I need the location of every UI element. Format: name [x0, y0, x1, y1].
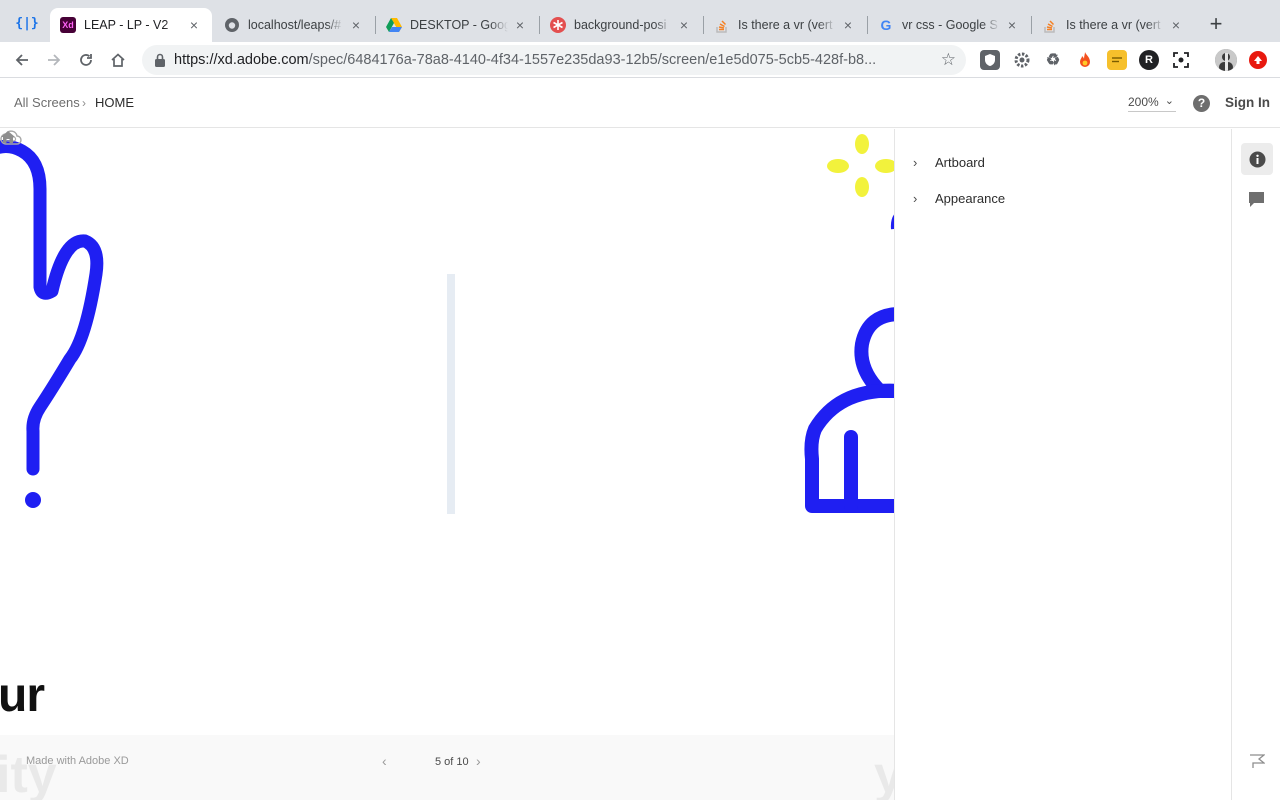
tab-close-icon[interactable]: ×: [1004, 17, 1020, 33]
stackoverflow-favicon-icon: [714, 17, 730, 33]
back-arrow-icon[interactable]: [10, 48, 34, 72]
page-counter: 5 of 10: [435, 756, 469, 768]
extension-flame-icon[interactable]: [1075, 50, 1095, 70]
artboard-canvas[interactable]: ur ity y Made with Adobe XD ‹ 5 of 10 ›: [0, 129, 894, 800]
tab-title: vr css - Google S: [902, 18, 998, 32]
hand-illustration: [0, 139, 104, 476]
previous-screen-chevron-icon[interactable]: ‹: [382, 753, 387, 769]
tab-title: localhost/leaps/#: [248, 18, 342, 32]
section-appearance[interactable]: › Appearance: [913, 188, 1005, 208]
tab-close-icon[interactable]: ×: [1168, 17, 1184, 33]
tab-background-position[interactable]: background-posi ×: [540, 8, 702, 42]
tab-title: background-posi: [574, 18, 667, 32]
tab-close-icon[interactable]: ×: [186, 17, 202, 33]
asterisk-favicon-icon: [550, 17, 566, 33]
tab-stackoverflow-vr-2[interactable]: Is there a vr (vert ×: [1032, 8, 1194, 42]
made-with-adobe-xd-label[interactable]: Made with Adobe XD: [26, 755, 129, 767]
tab-close-icon[interactable]: ×: [512, 17, 528, 33]
zoom-select[interactable]: 200% ⌄: [1128, 95, 1176, 112]
right-rail: [1231, 129, 1280, 800]
sparkle-illustration: [827, 134, 894, 197]
profile-avatar[interactable]: [1215, 49, 1237, 71]
tab-localhost-leaps[interactable]: localhost/leaps/# ×: [214, 8, 374, 42]
address-bar[interactable]: https://xd.adobe.com/spec/6484176a-78a8-…: [142, 45, 966, 75]
url-path: /spec/6484176a-78a8-4140-4f34-1557e235da…: [308, 52, 877, 68]
extension-r-icon[interactable]: R: [1139, 50, 1159, 70]
sign-in-link[interactable]: Sign In: [1225, 95, 1270, 110]
breadcrumb-chevron-icon: ›: [82, 96, 86, 110]
lock-icon: [155, 53, 165, 67]
url-host: https://xd.adobe.com: [174, 52, 309, 68]
chevron-right-icon: ›: [913, 154, 918, 170]
hand-dot: [25, 492, 41, 508]
next-screen-chevron-icon[interactable]: ›: [476, 753, 481, 769]
xd-spec-header: All Screens › HOME 200% ⌄ ? Sign In: [0, 79, 1280, 128]
reload-icon[interactable]: [74, 48, 98, 72]
browser-tab-strip: {|} Xd LEAP - LP - V2 × localhost/leaps/…: [0, 0, 1280, 42]
new-tab-button[interactable]: +: [1204, 12, 1228, 36]
brackets-extension-icon[interactable]: {|}: [12, 12, 42, 36]
extension-screenshot-icon[interactable]: [1171, 50, 1191, 70]
tab-title: Is there a vr (vert: [738, 18, 833, 32]
section-label: Appearance: [935, 190, 1006, 206]
zoom-value: 200%: [1128, 95, 1159, 109]
tab-google-search-vr-css[interactable]: G vr css - Google S ×: [868, 8, 1030, 42]
feedback-flag-icon[interactable]: [1249, 753, 1265, 769]
chevron-right-icon: ›: [913, 190, 918, 206]
extension-recycle-icon[interactable]: ♻: [1043, 50, 1063, 70]
tab-close-icon[interactable]: ×: [676, 17, 692, 33]
help-icon[interactable]: ?: [1193, 95, 1210, 112]
url-text: https://xd.adobe.com/spec/6484176a-78a8-…: [174, 52, 924, 68]
extension-shield-icon[interactable]: [980, 50, 1000, 70]
tab-close-icon[interactable]: ×: [840, 17, 856, 33]
extension-upload-icon[interactable]: [1249, 51, 1267, 69]
inspect-panel: › Artboard › Appearance: [894, 129, 1231, 800]
google-favicon-icon: G: [880, 17, 892, 33]
extension-card-icon[interactable]: [1107, 50, 1127, 70]
comment-icon[interactable]: [1248, 191, 1265, 208]
tab-title: LEAP - LP - V2: [84, 18, 169, 32]
section-label: Artboard: [935, 154, 985, 170]
github-favicon-icon: [224, 17, 240, 33]
adobe-xd-favicon-icon: Xd: [60, 17, 76, 33]
home-icon[interactable]: [106, 48, 130, 72]
tab-leap-lp-v2[interactable]: Xd LEAP - LP - V2 ×: [50, 8, 212, 42]
artboard-ghost-text-left: ity: [0, 746, 57, 800]
artboard-graphics: [0, 134, 894, 514]
person-illustration: [804, 307, 894, 513]
tab-stackoverflow-vr-1[interactable]: Is there a vr (vert ×: [704, 8, 866, 42]
browser-toolbar: https://xd.adobe.com/spec/6484176a-78a8-…: [0, 42, 1280, 78]
section-artboard[interactable]: › Artboard: [913, 152, 985, 172]
google-drive-favicon-icon: [386, 17, 402, 33]
breadcrumb-all-screens[interactable]: All Screens: [14, 95, 80, 110]
tab-title: Is there a vr (vert: [1066, 18, 1161, 32]
forward-arrow-icon[interactable]: [42, 48, 66, 72]
artboard-ghost-text-right: y: [874, 746, 894, 800]
info-icon[interactable]: [1241, 143, 1273, 175]
bookmark-star-icon[interactable]: ☆: [941, 51, 956, 69]
tab-desktop-google-drive[interactable]: DESKTOP - Goog ×: [376, 8, 538, 42]
tab-close-icon[interactable]: ×: [348, 17, 364, 33]
artboard-heading-fragment: ur: [0, 669, 45, 722]
home-screen-icon[interactable]: [0, 129, 16, 145]
tab-title: DESKTOP - Goog: [410, 18, 508, 32]
chevron-down-icon: ⌄: [1164, 95, 1174, 107]
stackoverflow-favicon-icon: [1042, 17, 1058, 33]
vertical-divider: [447, 274, 455, 514]
breadcrumb-current-screen: HOME: [95, 95, 134, 110]
extension-gear-icon[interactable]: [1012, 50, 1032, 70]
